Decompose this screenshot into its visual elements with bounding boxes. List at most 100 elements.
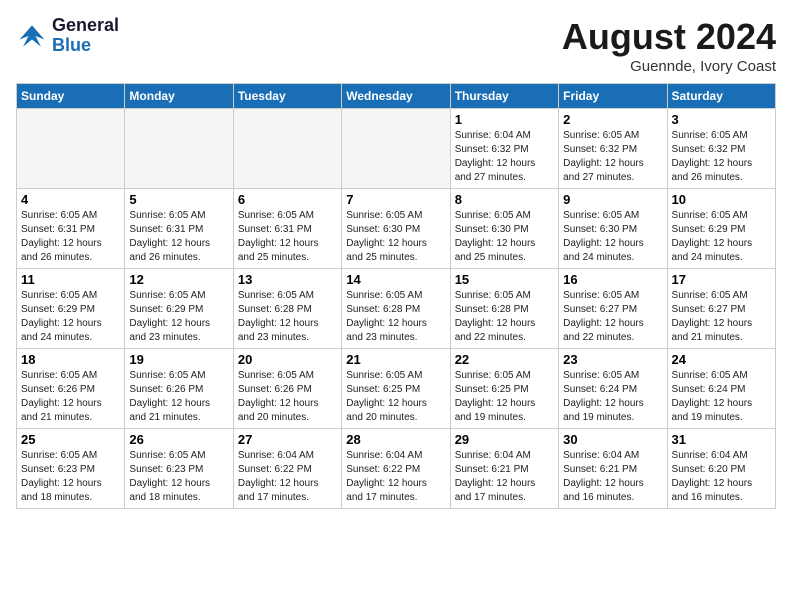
day-info: Sunrise: 6:05 AM Sunset: 6:28 PM Dayligh…	[346, 289, 445, 345]
weekday-header: Monday	[125, 84, 233, 109]
day-info: Sunrise: 6:05 AM Sunset: 6:26 PM Dayligh…	[238, 369, 337, 425]
day-number: 9	[563, 192, 662, 207]
calendar-day-cell	[125, 109, 233, 189]
day-number: 20	[238, 352, 337, 367]
calendar-header: SundayMondayTuesdayWednesdayThursdayFrid…	[17, 84, 776, 109]
day-number: 31	[672, 432, 771, 447]
calendar-day-cell: 29Sunrise: 6:04 AM Sunset: 6:21 PM Dayli…	[450, 429, 558, 509]
day-info: Sunrise: 6:05 AM Sunset: 6:31 PM Dayligh…	[129, 209, 228, 265]
day-number: 23	[563, 352, 662, 367]
day-number: 10	[672, 192, 771, 207]
day-number: 18	[21, 352, 120, 367]
calendar-day-cell: 24 Sunrise: 6:05 AM Sunset: 6:24 PM Dayli…	[667, 349, 775, 429]
calendar-day-cell	[342, 109, 450, 189]
location-subtitle: Guennde, Ivory Coast	[562, 58, 776, 75]
day-number: 30	[563, 432, 662, 447]
calendar-day-cell: 7 Sunrise: 6:05 AM Sunset: 6:30 PM Daylig…	[342, 189, 450, 269]
calendar-day-cell: 1Sunrise: 6:04 AM Sunset: 6:32 PM Daylig…	[450, 109, 558, 189]
day-info: Sunrise: 6:04 AM Sunset: 6:32 PM Dayligh…	[455, 129, 554, 185]
title-block: August 2024 Guennde, Ivory Coast	[562, 16, 776, 75]
day-number: 17	[672, 272, 771, 287]
day-number: 24	[672, 352, 771, 367]
day-info: Sunrise: 6:05 AM Sunset: 6:23 PM Dayligh…	[129, 449, 228, 505]
day-number: 26	[129, 432, 228, 447]
calendar-day-cell: 28 Sunrise: 6:04 AM Sunset: 6:22 PM Dayli…	[342, 429, 450, 509]
day-number: 25	[21, 432, 120, 447]
day-number: 28	[346, 432, 445, 447]
calendar-week-row: 18 Sunrise: 6:05 AM Sunset: 6:26 PM Dayli…	[17, 349, 776, 429]
calendar-day-cell: 25 Sunrise: 6:05 AM Sunset: 6:23 PM Dayli…	[17, 429, 125, 509]
day-info: Sunrise: 6:04 AM Sunset: 6:20 PM Dayligh…	[672, 449, 771, 505]
calendar-day-cell: 16 Sunrise: 6:05 AM Sunset: 6:27 PM Dayli…	[559, 269, 667, 349]
calendar-day-cell: 3Sunrise: 6:05 AM Sunset: 6:32 PM Daylig…	[667, 109, 775, 189]
day-number: 12	[129, 272, 228, 287]
day-info: Sunrise: 6:05 AM Sunset: 6:23 PM Dayligh…	[21, 449, 120, 505]
day-info: Sunrise: 6:05 AM Sunset: 6:25 PM Dayligh…	[455, 369, 554, 425]
calendar-week-row: 11 Sunrise: 6:05 AM Sunset: 6:29 PM Dayli…	[17, 269, 776, 349]
day-info: Sunrise: 6:05 AM Sunset: 6:28 PM Dayligh…	[238, 289, 337, 345]
calendar-day-cell: 14Sunrise: 6:05 AM Sunset: 6:28 PM Dayli…	[342, 269, 450, 349]
day-info: Sunrise: 6:05 AM Sunset: 6:30 PM Dayligh…	[563, 209, 662, 265]
calendar-day-cell: 17Sunrise: 6:05 AM Sunset: 6:27 PM Dayli…	[667, 269, 775, 349]
day-number: 11	[21, 272, 120, 287]
logo-icon	[16, 20, 48, 52]
calendar-day-cell: 23 Sunrise: 6:05 AM Sunset: 6:24 PM Dayli…	[559, 349, 667, 429]
calendar-day-cell: 4Sunrise: 6:05 AM Sunset: 6:31 PM Daylig…	[17, 189, 125, 269]
day-info: Sunrise: 6:05 AM Sunset: 6:28 PM Dayligh…	[455, 289, 554, 345]
weekday-header: Tuesday	[233, 84, 341, 109]
calendar-body: 1Sunrise: 6:04 AM Sunset: 6:32 PM Daylig…	[17, 109, 776, 509]
calendar-day-cell: 9 Sunrise: 6:05 AM Sunset: 6:30 PM Daylig…	[559, 189, 667, 269]
page-header: General Blue August 2024 Guennde, Ivory …	[16, 16, 776, 75]
day-info: Sunrise: 6:05 AM Sunset: 6:26 PM Dayligh…	[129, 369, 228, 425]
calendar-day-cell: 31 Sunrise: 6:04 AM Sunset: 6:20 PM Dayli…	[667, 429, 775, 509]
calendar-day-cell: 18 Sunrise: 6:05 AM Sunset: 6:26 PM Dayli…	[17, 349, 125, 429]
day-number: 22	[455, 352, 554, 367]
day-info: Sunrise: 6:05 AM Sunset: 6:26 PM Dayligh…	[21, 369, 120, 425]
day-number: 13	[238, 272, 337, 287]
weekday-header: Wednesday	[342, 84, 450, 109]
day-number: 3	[672, 112, 771, 127]
month-title: August 2024	[562, 16, 776, 58]
calendar-day-cell	[17, 109, 125, 189]
calendar-day-cell: 27 Sunrise: 6:04 AM Sunset: 6:22 PM Dayli…	[233, 429, 341, 509]
day-number: 6	[238, 192, 337, 207]
day-info: Sunrise: 6:04 AM Sunset: 6:22 PM Dayligh…	[346, 449, 445, 505]
day-info: Sunrise: 6:05 AM Sunset: 6:32 PM Dayligh…	[563, 129, 662, 185]
weekday-row: SundayMondayTuesdayWednesdayThursdayFrid…	[17, 84, 776, 109]
day-number: 16	[563, 272, 662, 287]
logo: General Blue	[16, 16, 119, 56]
day-number: 21	[346, 352, 445, 367]
weekday-header: Saturday	[667, 84, 775, 109]
day-info: Sunrise: 6:05 AM Sunset: 6:30 PM Dayligh…	[346, 209, 445, 265]
day-info: Sunrise: 6:05 AM Sunset: 6:30 PM Dayligh…	[455, 209, 554, 265]
calendar-day-cell	[233, 109, 341, 189]
calendar-week-row: 4 Sunrise: 6:05 AM Sunset: 6:31 PM Daylig…	[17, 189, 776, 269]
day-info: Sunrise: 6:05 AM Sunset: 6:24 PM Dayligh…	[672, 369, 771, 425]
day-number: 27	[238, 432, 337, 447]
day-info: Sunrise: 6:05 AM Sunset: 6:24 PM Dayligh…	[563, 369, 662, 425]
day-info: Sunrise: 6:05 AM Sunset: 6:25 PM Dayligh…	[346, 369, 445, 425]
calendar-week-row: 25 Sunrise: 6:05 AM Sunset: 6:23 PM Dayli…	[17, 429, 776, 509]
day-info: Sunrise: 6:04 AM Sunset: 6:21 PM Dayligh…	[563, 449, 662, 505]
calendar-day-cell: 19 Sunrise: 6:05 AM Sunset: 6:26 PM Dayli…	[125, 349, 233, 429]
day-info: Sunrise: 6:05 AM Sunset: 6:31 PM Dayligh…	[238, 209, 337, 265]
day-info: Sunrise: 6:05 AM Sunset: 6:29 PM Dayligh…	[21, 289, 120, 345]
day-number: 4	[21, 192, 120, 207]
day-info: Sunrise: 6:05 AM Sunset: 6:29 PM Dayligh…	[129, 289, 228, 345]
calendar-day-cell: 22 Sunrise: 6:05 AM Sunset: 6:25 PM Dayli…	[450, 349, 558, 429]
calendar-day-cell: 5Sunrise: 6:05 AM Sunset: 6:31 PM Daylig…	[125, 189, 233, 269]
day-number: 29	[455, 432, 554, 447]
calendar-day-cell: 21 Sunrise: 6:05 AM Sunset: 6:25 PM Dayli…	[342, 349, 450, 429]
calendar-day-cell: 15Sunrise: 6:05 AM Sunset: 6:28 PM Dayli…	[450, 269, 558, 349]
calendar-day-cell: 13 Sunrise: 6:05 AM Sunset: 6:28 PM Dayli…	[233, 269, 341, 349]
calendar-table: SundayMondayTuesdayWednesdayThursdayFrid…	[16, 83, 776, 509]
day-info: Sunrise: 6:05 AM Sunset: 6:29 PM Dayligh…	[672, 209, 771, 265]
calendar-day-cell: 30 Sunrise: 6:04 AM Sunset: 6:21 PM Dayli…	[559, 429, 667, 509]
day-number: 19	[129, 352, 228, 367]
calendar-day-cell: 8Sunrise: 6:05 AM Sunset: 6:30 PM Daylig…	[450, 189, 558, 269]
day-number: 2	[563, 112, 662, 127]
day-info: Sunrise: 6:04 AM Sunset: 6:22 PM Dayligh…	[238, 449, 337, 505]
day-info: Sunrise: 6:05 AM Sunset: 6:27 PM Dayligh…	[563, 289, 662, 345]
calendar-day-cell: 11 Sunrise: 6:05 AM Sunset: 6:29 PM Dayli…	[17, 269, 125, 349]
day-number: 7	[346, 192, 445, 207]
